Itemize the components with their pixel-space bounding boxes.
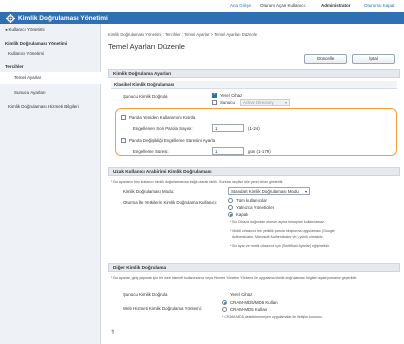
auth-mode-select[interactable]: Standart Kimlik Doğrulaması Modu ▾ (228, 187, 310, 195)
main-content: Kimlik Doğrulaması Yönetimi : Tercihler … (101, 24, 404, 344)
server-checkbox[interactable] (212, 100, 217, 105)
cram-md5-radio[interactable] (222, 307, 227, 312)
block-period-range: gün (1-179) (248, 149, 271, 154)
app-header: Kimlik Doğrulaması Yönetimi (0, 12, 404, 24)
update-button[interactable]: Güncelle (304, 54, 347, 64)
off-radio[interactable] (228, 212, 233, 217)
change-block-label: Parola Değişikliği Engelleme Süresini Ay… (129, 138, 216, 143)
block-period-label: Engelleme Süresi: (133, 149, 169, 154)
sidebar: ◂ Kullanıcı Yönetimi Kimlik Doğrulaması … (0, 24, 101, 344)
subsection-classic-auth: Klasikel Kimlik Doğrulaması (111, 81, 397, 89)
chevron-down-icon: ▾ (284, 100, 287, 105)
top-bar: Ana Girişe Oturum Açan Kullanıcı: Admini… (0, 0, 404, 12)
other-auth-note: * Bu ayarlar, giriş yapmak için bir web … (111, 276, 358, 280)
blocked-count-label: Engellenen Son Parola Sayısı: (133, 126, 193, 131)
web-auth-note: * CRAM-MD5 desteklenmeyen uygulamalar il… (222, 315, 323, 319)
block-period-input[interactable]: 1 (212, 147, 244, 155)
local-device-checkbox[interactable] (212, 92, 217, 98)
page-title: Temel Ayarları Düzenle (108, 42, 185, 51)
cram-md5-md5-radio[interactable] (222, 300, 227, 305)
logged-user-label: Oturum Açan Kullanıcı: (260, 3, 307, 8)
blocked-count-range: (1-24) (248, 126, 260, 131)
server-label: Sunucu (220, 100, 235, 105)
sidebar-item-auth-service-info[interactable]: Kimlik Doğrulaması Hizmeti Bilgileri (0, 104, 101, 109)
sidebar-item-user-admin[interactable]: Kullanıcı Yönetimi (0, 51, 101, 56)
local-device-label: Yerel Cihaz (220, 93, 243, 98)
section-auth-settings: Kimlik Doğrulama Ayarları (108, 69, 400, 78)
sidebar-item-auth-management[interactable]: Kimlik Doğrulaması Yönetimi (0, 41, 101, 46)
guide-link[interactable]: Ana Girişe (230, 3, 251, 8)
other-method-label: Şunucu Kimlik Doğrula (123, 292, 168, 297)
section-other-auth: Diğer Kimlik Doğrulama (108, 263, 400, 272)
blocked-count-input[interactable]: 1 (212, 124, 244, 132)
sidebar-item-preferences: Tercihler (5, 64, 24, 69)
off-label: Kapalı (236, 212, 249, 217)
server-auth-label: Şunucu Kimlik Doğrula (123, 94, 168, 99)
remote-note-2: * Mobil cihazınız tek yetkilik parola ol… (230, 229, 335, 233)
admins-only-radio[interactable] (228, 205, 233, 210)
cram-md5-label: CRAM-MD5 Kullan (230, 307, 268, 312)
auth-mode-label: Kimlik Doğrulaması Modu: (123, 189, 175, 194)
breadcrumb: Kimlik Doğrulaması Yönetimi : Tercihler … (108, 32, 258, 37)
gear-icon (6, 13, 15, 23)
remote-note-1: * Bu Cihaza doğrudan oturum açma hesapla… (230, 220, 325, 224)
all-users-label: Tüm kullanıcılar (236, 198, 267, 203)
remote-note-4: * Bu ayar ve mobil cihazınız için (Serti… (230, 244, 330, 248)
section-remote-ui-auth: Uzak Kullanıcı Arabirimi Kimlik Doğrulam… (108, 167, 400, 176)
all-users-radio[interactable] (228, 198, 233, 203)
change-block-checkbox[interactable] (121, 138, 126, 143)
user-name: Administrator (321, 3, 351, 8)
cram-md5-md5-label: CRAM-MD5/MD5 Kullan (230, 300, 278, 305)
sidebar-item-server-settings[interactable]: Sunucu Ayarları (0, 90, 101, 95)
sidebar-item-user-management[interactable]: ◂ Kullanıcı Yönetimi (0, 27, 101, 33)
server-type-select[interactable]: Active Directory ▾ (240, 99, 290, 106)
app-title: Kimlik Doğrulaması Yönetimi (18, 14, 108, 22)
admins-only-label: Yalnızca Yöneticiler (236, 205, 275, 210)
other-method-value: Yerel Cihaz (230, 292, 253, 297)
web-auth-label: Web Hizmeti Kimlik Doğrulama Yöntemi: (123, 306, 202, 311)
remote-note-3: Authenticator, Microsoft Authenticator v… (232, 235, 324, 239)
sidebar-item-basic-settings[interactable]: Temel Ayarlar (0, 72, 101, 84)
remote-ui-note: * Bu ayarların tüm kullanıcı kimlik doğr… (111, 180, 284, 184)
auth-users-label: Oturma İle Yetkilerin Kimlik Doğrulama K… (123, 200, 218, 205)
up-arrow-icon[interactable]: ⇑ (110, 329, 115, 336)
cancel-button[interactable]: İptal (352, 54, 395, 64)
chevron-down-icon: ▾ (304, 189, 307, 194)
password-reuse-label: Parola Yeniden Kullanımını Kısıtla (129, 115, 196, 120)
password-reuse-checkbox[interactable] (121, 115, 126, 120)
logout-link[interactable]: Oturumu Kapat (364, 3, 395, 8)
